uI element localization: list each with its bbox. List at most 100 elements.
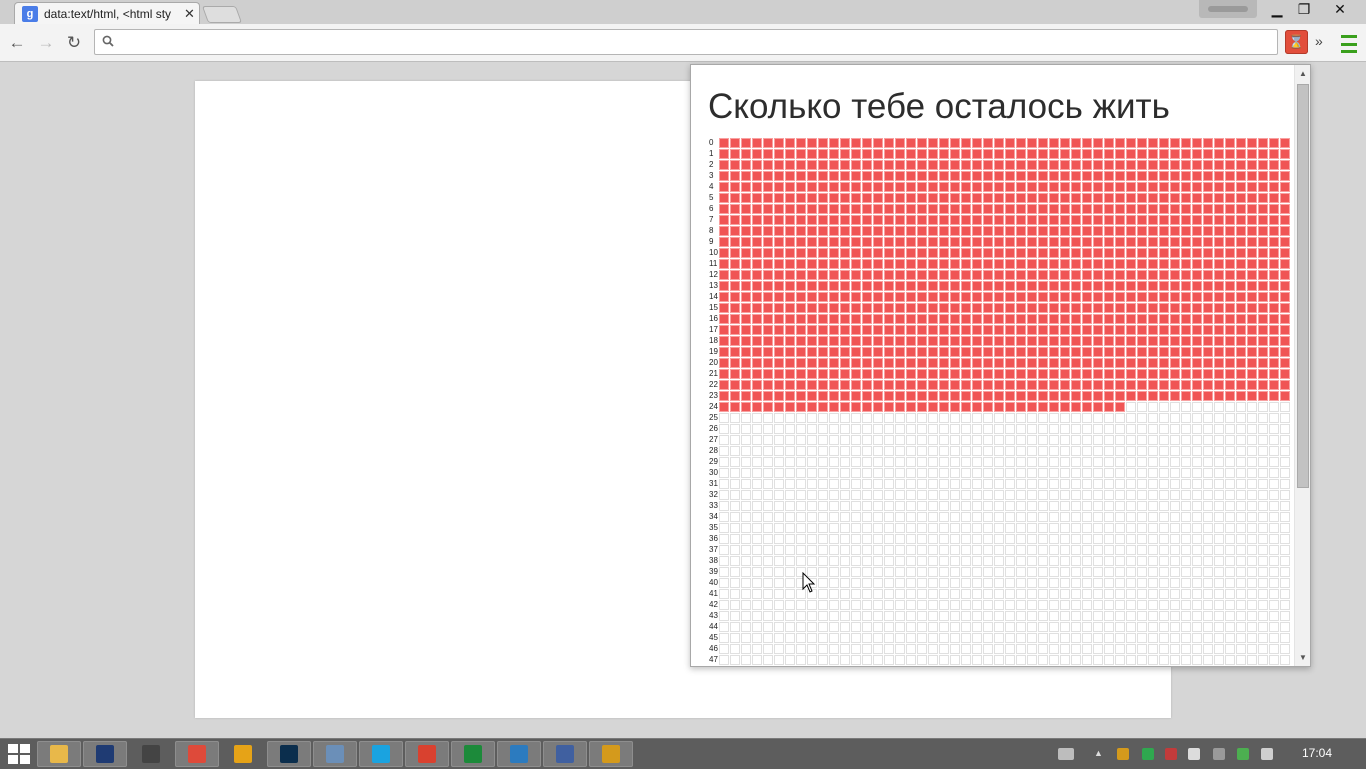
week-cell-lived [763, 181, 773, 192]
omnibox[interactable] [94, 29, 1278, 55]
week-cell-lived [917, 401, 927, 412]
maximize-button[interactable]: ❐ [1291, 0, 1317, 19]
week-cell-lived [1181, 170, 1191, 181]
week-cell-remaining [1104, 544, 1114, 555]
week-cell-lived [1049, 192, 1059, 203]
scroll-down-icon[interactable]: ▼ [1299, 653, 1307, 662]
week-cell-remaining [763, 643, 773, 654]
week-cell-remaining [873, 489, 883, 500]
taskbar-photoshop-icon[interactable] [267, 741, 311, 767]
close-window-button[interactable]: ✕ [1318, 0, 1362, 19]
back-button[interactable]: ← [6, 32, 28, 54]
volume-icon[interactable] [1261, 748, 1273, 760]
week-cell-remaining [1038, 599, 1048, 610]
network-error-icon[interactable] [1165, 748, 1177, 760]
taskbar-file-explorer-icon[interactable] [37, 741, 81, 767]
popup-scrollbar[interactable]: ▲ ▼ [1294, 65, 1310, 666]
week-cell-lived [840, 225, 850, 236]
week-cell-lived [752, 247, 762, 258]
week-cell-lived [1203, 335, 1213, 346]
week-cell-remaining [1225, 401, 1235, 412]
taskbar-cmd-icon[interactable] [83, 741, 127, 767]
week-cell-remaining [983, 566, 993, 577]
reload-button[interactable]: ↻ [63, 32, 85, 54]
windows-start-icon[interactable] [8, 744, 30, 764]
week-cell-lived [906, 291, 916, 302]
week-cell-remaining [939, 423, 949, 434]
week-cell-lived [1225, 302, 1235, 313]
week-cell-remaining [1225, 533, 1235, 544]
week-cell-lived [1038, 324, 1048, 335]
week-cell-remaining [1126, 489, 1136, 500]
signal-icon[interactable] [1213, 748, 1225, 760]
week-cell-remaining [1049, 654, 1059, 665]
week-cell-lived [895, 302, 905, 313]
minimize-button[interactable]: ▁ [1264, 0, 1290, 19]
week-cell-remaining [983, 621, 993, 632]
taskbar-calculator-icon[interactable] [451, 741, 495, 767]
google-icon: g [22, 5, 38, 22]
week-cell-remaining [1038, 566, 1048, 577]
week-cell-lived [928, 302, 938, 313]
week-cell-lived [1038, 335, 1048, 346]
scrollbar-thumb[interactable] [1297, 84, 1309, 488]
taskbar-contacts-app-icon[interactable] [543, 741, 587, 767]
keyboard-icon[interactable] [1058, 748, 1074, 760]
week-cell-remaining [1170, 401, 1180, 412]
taskbar-shield-app-icon[interactable] [589, 741, 633, 767]
taskbar-clock[interactable]: 17:04 [1302, 746, 1332, 760]
scroll-up-icon[interactable]: ▲ [1299, 69, 1307, 78]
week-cell-remaining [1247, 500, 1257, 511]
taskbar-chrome-icon[interactable] [175, 741, 219, 767]
week-cell-remaining [818, 434, 828, 445]
row-age-label: 45 [709, 633, 718, 642]
week-cell-remaining [1126, 555, 1136, 566]
week-cell-lived [1093, 302, 1103, 313]
week-cell-lived [1203, 258, 1213, 269]
week-cell-remaining [994, 566, 1004, 577]
grid-row: 32 [709, 489, 1291, 500]
week-cell-remaining [862, 445, 872, 456]
week-cell-lived [1170, 269, 1180, 280]
taskbar-skype-icon[interactable] [359, 741, 403, 767]
show-hidden-icons-icon[interactable]: ▲ [1094, 748, 1106, 760]
taskbar-canary-icon[interactable] [221, 741, 265, 767]
week-cell-lived [1258, 357, 1268, 368]
new-tab-button[interactable] [201, 6, 243, 23]
week-cell-lived [1148, 346, 1158, 357]
week-cell-remaining [1269, 588, 1279, 599]
week-cell-lived [741, 324, 751, 335]
forward-button[interactable]: → [35, 32, 57, 54]
week-cell-remaining [1082, 478, 1092, 489]
week-cell-remaining [1148, 467, 1158, 478]
hamburger-menu-icon[interactable] [1341, 33, 1357, 55]
shield-tray-icon[interactable] [1117, 748, 1129, 760]
week-cell-lived [1170, 137, 1180, 148]
week-cell-remaining [1093, 632, 1103, 643]
week-cell-remaining [1225, 566, 1235, 577]
week-cell-remaining [818, 643, 828, 654]
week-cell-remaining [1027, 511, 1037, 522]
taskbar-target-app-icon[interactable] [405, 741, 449, 767]
battery-icon[interactable] [1188, 748, 1200, 760]
google-drive-icon[interactable] [1142, 748, 1154, 760]
week-cell-remaining [1269, 434, 1279, 445]
week-cell-lived [1159, 324, 1169, 335]
tab-close-icon[interactable]: ✕ [184, 6, 195, 22]
taskbar-webstorm-icon[interactable] [497, 741, 541, 767]
browser-tab[interactable]: g data:text/html, <html sty ✕ [14, 2, 200, 24]
profile-badge[interactable] [1199, 0, 1257, 18]
week-cell-remaining [774, 489, 784, 500]
week-cell-lived [796, 379, 806, 390]
week-cell-remaining [1258, 632, 1268, 643]
security-check-icon[interactable] [1237, 748, 1249, 760]
address-input[interactable] [121, 33, 1265, 53]
week-cell-remaining [1258, 643, 1268, 654]
week-cell-remaining [1159, 511, 1169, 522]
hourglass-extension-icon[interactable]: ⌛ [1285, 30, 1308, 54]
extensions-overflow-icon[interactable]: » [1315, 33, 1323, 49]
week-cell-lived [741, 214, 751, 225]
taskbar-image-viewer-icon[interactable] [313, 741, 357, 767]
week-cell-remaining [1060, 522, 1070, 533]
taskbar-window-app-icon[interactable] [129, 741, 173, 767]
